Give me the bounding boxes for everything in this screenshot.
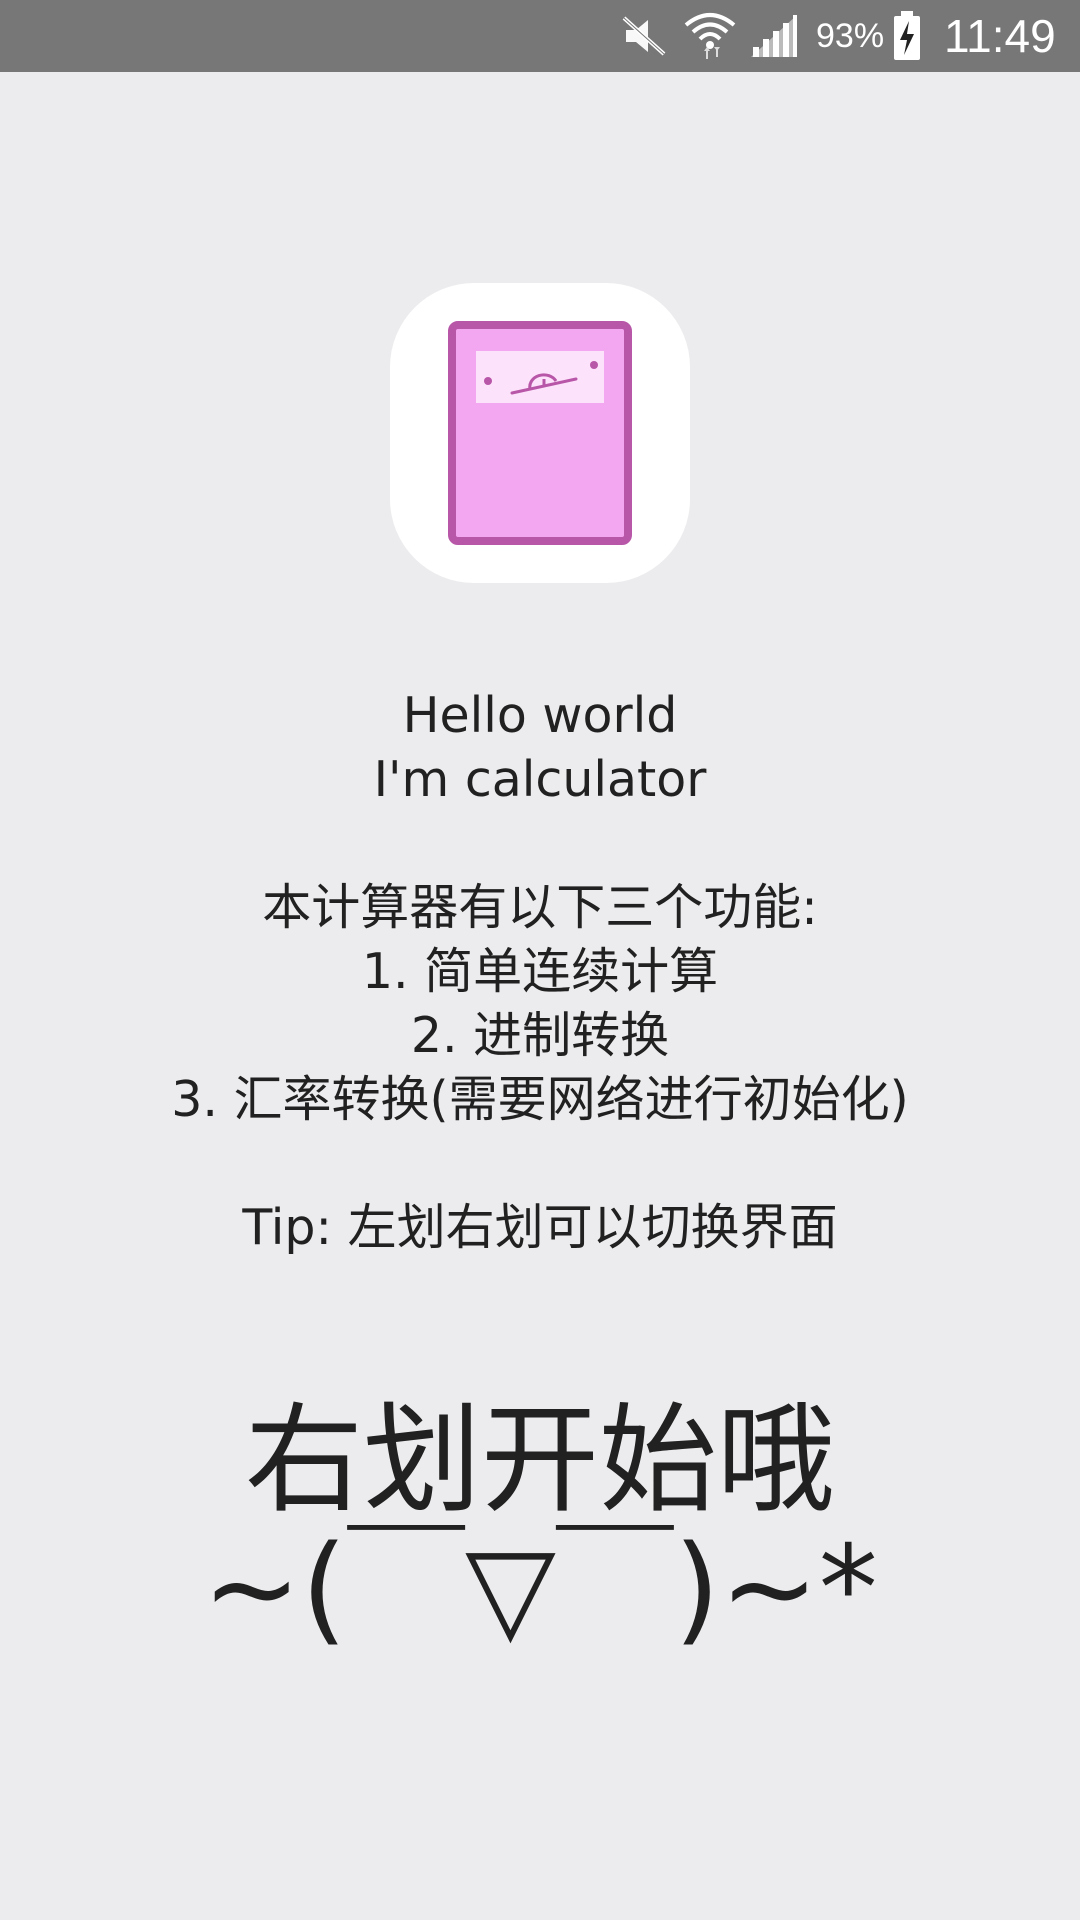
tip-line: Tip: 左划右划可以切换界面 [242,1199,838,1256]
intro-line-8 [0,1132,1080,1196]
intro-line-1: Hello world [402,687,678,744]
status-bar: 93% 11:49 [0,0,1080,72]
intro-line-3 [0,812,1080,876]
intro-line-5: 1. 简单连续计算 [361,943,719,1000]
battery-percent: 93% [816,17,885,55]
intro-text: Hello world I'm calculator 本计算器有以下三个功能: … [0,684,1080,1260]
intro-line-7: 3. 汇率转换(需要网络进行初始化) [171,1071,909,1128]
calculator-meter-icon [390,283,690,583]
kaomoji-line: ~(￣▽￣)~* [202,1519,878,1657]
mute-icon [618,0,670,72]
wifi-icon [684,0,736,72]
swipe-hint: 右划开始哦 ~(￣▽￣)~* [0,1396,1080,1652]
clock: 11:49 [944,10,1056,62]
intro-line-4: 本计算器有以下三个功能: [262,879,818,936]
signal-icon [748,0,800,72]
intro-line-6: 2. 进制转换 [410,1007,670,1064]
intro-line-2: I'm calculator [373,751,707,808]
swipe-hint-line-1: 右划开始哦 [244,1391,835,1529]
battery-charging-icon [892,0,922,72]
